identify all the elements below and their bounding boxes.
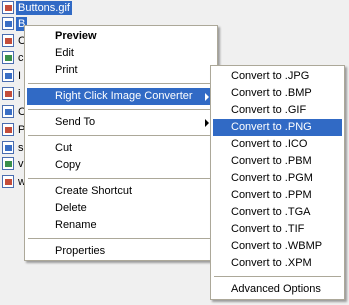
menu-item-rename[interactable]: Rename [27,217,215,234]
menu-item-convert-bmp[interactable]: Convert to .BMP [213,85,342,102]
menu-item-label: Send To [55,116,96,128]
menu-item-image-converter[interactable]: Right Click Image Converter [27,88,215,105]
image-file-icon [2,123,14,136]
menu-separator [28,178,214,179]
file-name: I [18,70,22,82]
menu-item-copy[interactable]: Copy [27,157,215,174]
image-file-icon [2,17,14,30]
menu-item-preview[interactable]: Preview [27,28,215,45]
menu-item-convert-ico[interactable]: Convert to .ICO [213,136,342,153]
menu-item-print[interactable]: Print [27,62,215,79]
image-file-icon [2,87,14,100]
menu-item-convert-png[interactable]: Convert to .PNG [213,119,342,136]
menu-item-convert-xpm[interactable]: Convert to .XPM [213,255,342,272]
menu-item-cut[interactable]: Cut [27,140,215,157]
file-item[interactable]: Buttons.gif [0,0,80,16]
file-name: i [18,88,21,100]
menu-item-advanced-options[interactable]: Advanced Options [213,281,342,298]
menu-item-create-shortcut[interactable]: Create Shortcut [27,183,215,200]
image-file-icon [2,157,14,170]
menu-item-delete[interactable]: Delete [27,200,215,217]
context-menu: Preview Edit Print Right Click Image Con… [24,25,218,261]
menu-item-properties[interactable]: Properties [27,243,215,260]
menu-separator [28,83,214,84]
image-file-icon [2,69,14,82]
image-file-icon [2,105,14,118]
file-name: Buttons.gif [16,1,72,15]
menu-separator [28,109,214,110]
menu-item-convert-wbmp[interactable]: Convert to .WBMP [213,238,342,255]
menu-item-convert-pbm[interactable]: Convert to .PBM [213,153,342,170]
menu-separator [214,276,341,277]
image-file-icon [2,175,14,188]
menu-item-send-to[interactable]: Send To [27,114,215,131]
menu-item-label: Right Click Image Converter [55,90,193,102]
menu-separator [28,238,214,239]
submenu-arrow-icon [205,119,209,127]
menu-item-edit[interactable]: Edit [27,45,215,62]
image-file-icon [2,34,14,47]
image-file-icon [2,51,14,64]
menu-item-convert-jpg[interactable]: Convert to .JPG [213,68,342,85]
menu-item-convert-tif[interactable]: Convert to .TIF [213,221,342,238]
image-file-icon [2,141,14,154]
menu-item-convert-gif[interactable]: Convert to .GIF [213,102,342,119]
submenu-arrow-icon [205,93,209,101]
convert-submenu: Convert to .JPG Convert to .BMP Convert … [210,65,345,300]
image-file-icon [2,1,14,14]
menu-item-convert-ppm[interactable]: Convert to .PPM [213,187,342,204]
menu-item-convert-tga[interactable]: Convert to .TGA [213,204,342,221]
menu-separator [28,135,214,136]
menu-item-convert-pgm[interactable]: Convert to .PGM [213,170,342,187]
